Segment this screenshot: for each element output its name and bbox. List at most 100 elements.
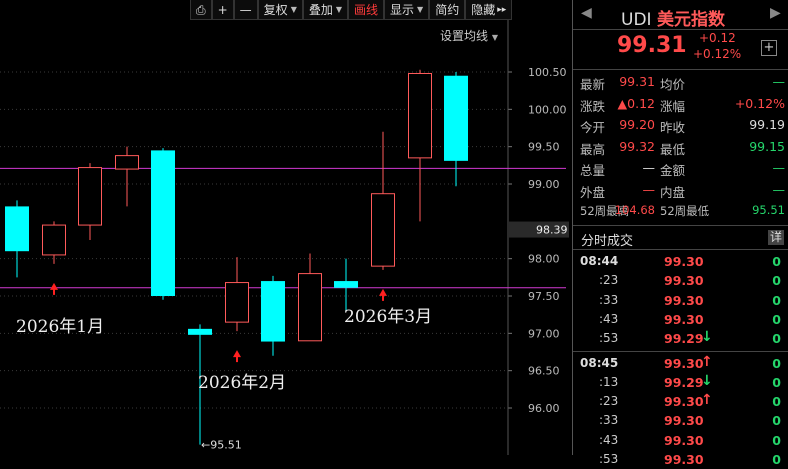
chevron-down-icon: ▼ xyxy=(417,4,424,14)
trade-volume: 0 xyxy=(772,374,781,390)
toolbar-button-label: 画线 xyxy=(354,2,379,17)
trade-volume: 0 xyxy=(772,452,781,467)
trade-time: :33 xyxy=(599,292,619,307)
trade-row: 08:45 99.30 ↑ 0 xyxy=(573,354,788,373)
trade-group-divider xyxy=(573,350,788,352)
stats-row: 外盘 — 内盘 — xyxy=(573,180,788,200)
candle-body xyxy=(115,155,139,170)
toolbar-button-label: 简约 xyxy=(435,2,460,17)
y-tick-label: 97.50 xyxy=(528,290,560,303)
stat-label: 昨收 xyxy=(660,120,686,135)
y-tick-label: 99.00 xyxy=(528,178,560,191)
toolbar-button-1[interactable]: + xyxy=(211,0,234,20)
y-tick-label: 100.00 xyxy=(528,103,567,116)
set-ma-button[interactable]: 设置均线 ▼ xyxy=(440,27,498,44)
trade-price: 99.30 xyxy=(664,394,704,410)
stat-value: — xyxy=(642,160,656,175)
stat-label: 涨幅 xyxy=(660,98,686,114)
trade-price: 99.30 xyxy=(664,273,704,289)
trade-volume: 0 xyxy=(772,432,781,448)
candle-body xyxy=(298,273,322,342)
candle-body xyxy=(444,75,468,161)
toolbar-button-label: — xyxy=(239,2,252,17)
toolbar-button-7[interactable]: 简约 xyxy=(429,0,466,20)
stat-value: 95.51 xyxy=(752,203,785,217)
trade-row: 08:44 99.30 0 xyxy=(573,252,788,271)
trade-volume: 0 xyxy=(772,254,781,269)
add-watchlist-icon[interactable]: + xyxy=(761,40,777,56)
stat-value: — xyxy=(772,160,786,175)
candle-body xyxy=(408,72,432,159)
trade-volume: 0 xyxy=(772,292,781,308)
stats-row: 涨跌 ▲0.12 涨幅 +0.12% xyxy=(573,94,788,114)
trade-time: :33 xyxy=(599,413,619,428)
stats-row: 最高 99.32 最低 99.15 xyxy=(573,137,788,157)
candle-body xyxy=(151,150,175,296)
trade-volume: 0 xyxy=(772,311,781,327)
toolbar-button-0[interactable]: ⎙ xyxy=(190,0,212,20)
candle-body xyxy=(5,206,29,252)
y-tick-label: 98.00 xyxy=(528,253,560,266)
stats-row: 最新 99.31 均价 — xyxy=(573,72,788,92)
chevron-down-icon: ▼ xyxy=(290,4,297,14)
candle-body xyxy=(188,328,212,335)
next-symbol-icon[interactable]: ▶ xyxy=(770,5,781,21)
toolbar-button-5[interactable]: 画线 xyxy=(348,0,385,20)
stat-label: 最新 xyxy=(580,77,606,92)
candle-body xyxy=(42,224,66,256)
trade-time: :53 xyxy=(599,331,619,346)
stat-label: 最高 xyxy=(580,141,606,157)
stat-label: 52周最低 xyxy=(660,204,710,218)
trade-row: :23 99.30 0 xyxy=(573,271,788,290)
stat-label: 均价 xyxy=(660,77,686,92)
trade-time: :53 xyxy=(599,452,619,466)
month-label: 2026年2月 xyxy=(198,373,286,393)
trade-row: :53 99.29 ↓ 0 xyxy=(573,329,788,348)
trade-price: 99.30 xyxy=(664,452,704,467)
y-tick-label: 97.00 xyxy=(528,327,560,340)
stat-value: — xyxy=(772,181,786,197)
toolbar-button-3[interactable]: 复权 ▼ xyxy=(257,0,303,20)
candle-body xyxy=(261,281,285,342)
toolbar-button-2[interactable]: — xyxy=(233,0,258,20)
low-price-marker: ←95.51 xyxy=(201,439,242,452)
toolbar-button-8[interactable]: 隐藏 ▸▸ xyxy=(465,0,513,20)
toolbar-button-label: 复权 xyxy=(263,2,288,17)
trade-row: :33 99.30 0 xyxy=(573,291,788,310)
prev-symbol-icon[interactable]: ◀ xyxy=(581,5,592,21)
toolbar-button-4[interactable]: 叠加 ▼ xyxy=(302,0,349,20)
trade-row: :23 99.30 ↑ 0 xyxy=(573,392,788,411)
arrow-down-icon: ↓ xyxy=(701,329,713,346)
trade-volume: 0 xyxy=(772,394,781,410)
price-change: +0.12 xyxy=(699,31,736,45)
trade-row: :33 99.30 0 xyxy=(573,411,788,430)
toolbar-button-6[interactable]: 显示 ▼ xyxy=(384,0,430,20)
toolbar-button-label: 显示 xyxy=(390,2,415,17)
quote-panel: ◀ UDI 美元指数 ▶ 99.31 +0.12 +0.12% + 最新 99.3… xyxy=(572,0,788,467)
stat-value: — xyxy=(772,74,786,89)
stat-value: 99.32 xyxy=(619,138,655,154)
stat-value: 99.19 xyxy=(749,117,785,132)
trade-price: 99.30 xyxy=(664,292,704,308)
trade-price: 99.30 xyxy=(664,311,704,327)
stat-label: 总量 xyxy=(580,163,606,178)
stat-label: 今开 xyxy=(580,120,606,135)
trade-row: :13 99.29 ↓ 0 xyxy=(573,373,788,392)
trade-time: :23 xyxy=(599,394,619,409)
trade-time: :23 xyxy=(599,273,619,288)
arrow-up-icon: ↑ xyxy=(701,392,713,409)
expand-icon: ▸▸ xyxy=(497,4,507,15)
stat-label: 内盘 xyxy=(660,184,686,200)
price-change-pct: +0.12% xyxy=(693,47,742,61)
divider xyxy=(573,249,788,250)
trade-price: 99.30 xyxy=(664,432,704,448)
trade-time: :43 xyxy=(599,432,619,447)
detail-button[interactable]: 详 xyxy=(768,230,784,245)
stat-value: 104.68 xyxy=(614,203,655,217)
kline-chart[interactable]: 100.50 100.00 99.50 99.00 98.00 97.50 97.00 96.… xyxy=(0,0,570,455)
trades-title: 分时成交 xyxy=(581,234,634,249)
trade-price: 99.30 xyxy=(664,355,704,371)
symbol-title: UDI 美元指数 xyxy=(621,5,725,30)
toolbar-button-label: 叠加 xyxy=(308,2,333,17)
candlestick-chart-svg[interactable]: 100.50 100.00 99.50 99.00 98.00 97.50 97.00 96.… xyxy=(0,0,570,455)
